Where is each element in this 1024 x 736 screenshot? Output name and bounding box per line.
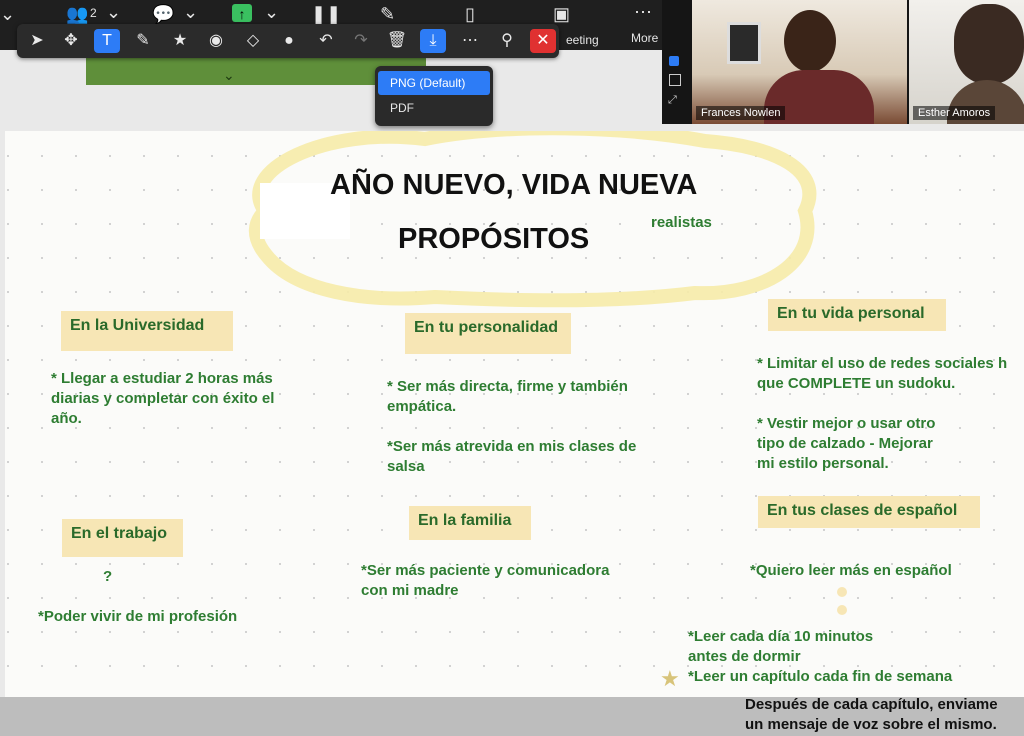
chevron-down-icon[interactable]: ⌄ [0,4,15,24]
view-switcher: ⤢ [666,56,684,116]
spotlight-tool-icon[interactable]: ◉ [203,29,229,53]
text-line: mi estilo personal. [757,455,889,472]
format-color-icon[interactable]: ● [276,29,302,53]
clear-icon[interactable]: 🗑 [384,29,410,53]
person-head [954,4,1024,84]
move-tool-icon[interactable]: ✥ [58,29,84,53]
chevron-down-icon[interactable]: ⌄ [183,2,198,22]
annotator-icon[interactable]: ⚲ [494,29,520,53]
voice-note-line: Después de cada capítulo, enviame [745,696,998,713]
text-line: * Llegar a estudiar 2 horas más [51,370,273,387]
eraser-tool-icon[interactable]: ◇ [240,29,266,53]
text-line: salsa [387,458,425,475]
redo-icon[interactable]: ↷ [348,29,374,53]
person-head [784,10,836,72]
grid-view-icon[interactable] [669,74,681,86]
meeting-label[interactable]: eeting [566,33,599,47]
realistas-note: realistas [651,214,712,231]
dot-marker [837,587,847,597]
undo-icon[interactable]: ↶ [313,29,339,53]
video-panel: ⤢ Frances Nowlen Esther Amoros [662,0,1024,124]
text-line: antes de dormir [688,648,801,665]
more-label[interactable]: More [631,31,658,45]
sticky-spanish-classes[interactable]: En tus clases de español [758,496,980,528]
text-line: que COMPLETE un sudoku. [757,375,956,392]
text-line: empática. [387,398,457,415]
remote-control-icon[interactable]: ▯ [465,4,475,24]
pause-icon[interactable]: ❚❚ [311,4,341,24]
speaker-view-icon[interactable] [669,56,679,66]
video-tile-esther[interactable]: Esther Amoros [909,0,1024,124]
chevron-down-icon[interactable]: ⌄ [264,2,279,22]
annotation-toolbar: ➤ ✥ T ✎ ★ ◉ ◇ ● ↶ ↷ 🗑 ⤓ ⋯ ⚲ ✕ [17,24,559,58]
text-line: diarias y completar con éxito el [51,390,275,407]
text-line: *Ser más atrevida en mis clases de [387,438,637,455]
sticky-family[interactable]: En la familia [409,506,531,540]
meeting-icon[interactable]: ▣ [553,4,570,24]
text-line: con mi madre [361,582,459,599]
text-line: *Leer un capítulo cada fin de semana [688,668,953,685]
whiteboard[interactable]: AÑO NUEVO, VIDA NUEVA PROPÓSITOS realist… [5,131,1024,697]
annotate-icon[interactable]: ✎ [380,4,395,24]
more-icon[interactable]: ⋯ [457,29,483,53]
save-format-menu: PNG (Default) PDF [375,66,493,126]
text-tool-icon[interactable]: T [94,29,120,53]
sticky-personality[interactable]: En tu personalidad [405,313,571,354]
text-line: *Quiero leer más en español [750,562,952,579]
text-line: tipo de calzado - Mejorar [757,435,933,452]
menu-item-pdf[interactable]: PDF [378,96,490,120]
star-stamp-icon: ★ [660,666,680,691]
text-line: * Limitar el uso de redes sociales h [757,355,1008,372]
text-line: *Leer cada día 10 minutos [688,628,874,645]
participant-name: Frances Nowlen [696,106,786,120]
participant-name: Esther Amoros [913,106,996,120]
chevron-down-icon[interactable]: ⌄ [106,2,121,22]
video-tile-frances[interactable]: Frances Nowlen [692,0,907,124]
sticky-work[interactable]: En el trabajo [62,519,183,557]
text-line: año. [51,410,82,427]
text-line: *Ser más paciente y comunicadora [361,562,610,579]
menu-item-png[interactable]: PNG (Default) [378,71,490,95]
dot-marker [837,605,847,615]
voice-note-line: un mensaje de voz sobre el mismo. [745,716,997,733]
sticky-university[interactable]: En la Universidad [61,311,233,351]
select-tool-icon[interactable]: ➤ [24,29,50,53]
wall-picture [727,22,761,64]
text-line: * Ser más directa, firme y también [387,378,628,395]
chevron-down-icon[interactable]: ⌄ [223,67,235,84]
participants-count: 2 [90,6,97,20]
question-mark: ? [103,568,113,585]
more-icon[interactable]: ⋯ [634,2,652,22]
text-line: * Vestir mejor o usar otro [757,415,936,432]
chat-icon[interactable]: 💬 [152,4,174,24]
draw-tool-icon[interactable]: ✎ [130,29,156,53]
share-screen-icon[interactable]: ↑ [232,4,252,22]
board-subtitle: PROPÓSITOS [398,223,590,255]
sticky-personal-life[interactable]: En tu vida personal [768,299,946,331]
expand-icon[interactable]: ⤢ [668,94,684,107]
stamp-tool-icon[interactable]: ★ [167,29,193,53]
board-title: AÑO NUEVO, VIDA NUEVA [330,169,698,201]
participants-icon[interactable]: 👥 [66,4,88,24]
save-icon[interactable]: ⤓ [420,29,446,53]
text-line: *Poder vivir de mi profesión [38,608,238,625]
close-icon[interactable]: ✕ [530,29,556,53]
